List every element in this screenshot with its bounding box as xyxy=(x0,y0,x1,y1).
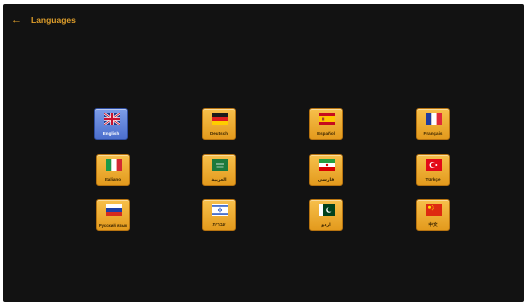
language-label: Italiano xyxy=(104,177,122,182)
app-screen: ← Languages English Deutsch Español Fran… xyxy=(3,4,524,302)
language-label: Русский язык xyxy=(98,223,128,229)
header: ← Languages xyxy=(11,12,76,28)
language-label: فارسی xyxy=(317,177,335,182)
turkey-flag-icon xyxy=(426,159,442,171)
language-tile-espanol[interactable]: Español xyxy=(309,108,343,140)
iran-flag-icon xyxy=(319,159,335,171)
language-tile-urdu[interactable]: اردو xyxy=(309,199,343,231)
language-label: Deutsch xyxy=(209,131,229,136)
language-tile-arabic[interactable]: العربية xyxy=(202,154,236,186)
italy-flag-icon xyxy=(106,159,122,171)
language-tile-russian[interactable]: Русский язык xyxy=(96,199,130,231)
uk-flag-icon xyxy=(104,113,120,125)
spain-flag-icon xyxy=(319,113,335,125)
language-label: Türkçe xyxy=(425,177,441,182)
france-flag-icon xyxy=(426,113,442,125)
germany-flag-icon xyxy=(212,113,228,125)
language-tile-turkce[interactable]: Türkçe xyxy=(416,154,450,186)
page-title: Languages xyxy=(31,15,76,25)
language-label: اردو xyxy=(321,222,331,227)
language-label: Español xyxy=(317,131,335,136)
language-label: 中文 xyxy=(428,222,438,227)
language-tile-italiano[interactable]: Italiano xyxy=(96,154,130,186)
pakistan-flag-icon xyxy=(319,204,335,216)
saudi-arabia-flag-icon xyxy=(212,159,228,171)
russia-flag-icon xyxy=(106,204,122,216)
language-tile-francais[interactable]: Français xyxy=(416,108,450,140)
language-label: العربية xyxy=(211,177,227,182)
language-tile-hebrew[interactable]: עברית xyxy=(202,199,236,231)
language-label: עברית xyxy=(212,222,226,227)
china-flag-icon xyxy=(426,204,442,216)
israel-flag-icon xyxy=(212,204,228,216)
language-tile-deutsch[interactable]: Deutsch xyxy=(202,108,236,140)
language-label: Français xyxy=(423,131,443,136)
language-label: English xyxy=(102,131,120,136)
language-tile-english[interactable]: English xyxy=(94,108,128,140)
back-button[interactable]: ← xyxy=(11,12,25,28)
language-tile-farsi[interactable]: فارسی xyxy=(309,154,343,186)
language-tile-chinese[interactable]: 中文 xyxy=(416,199,450,231)
